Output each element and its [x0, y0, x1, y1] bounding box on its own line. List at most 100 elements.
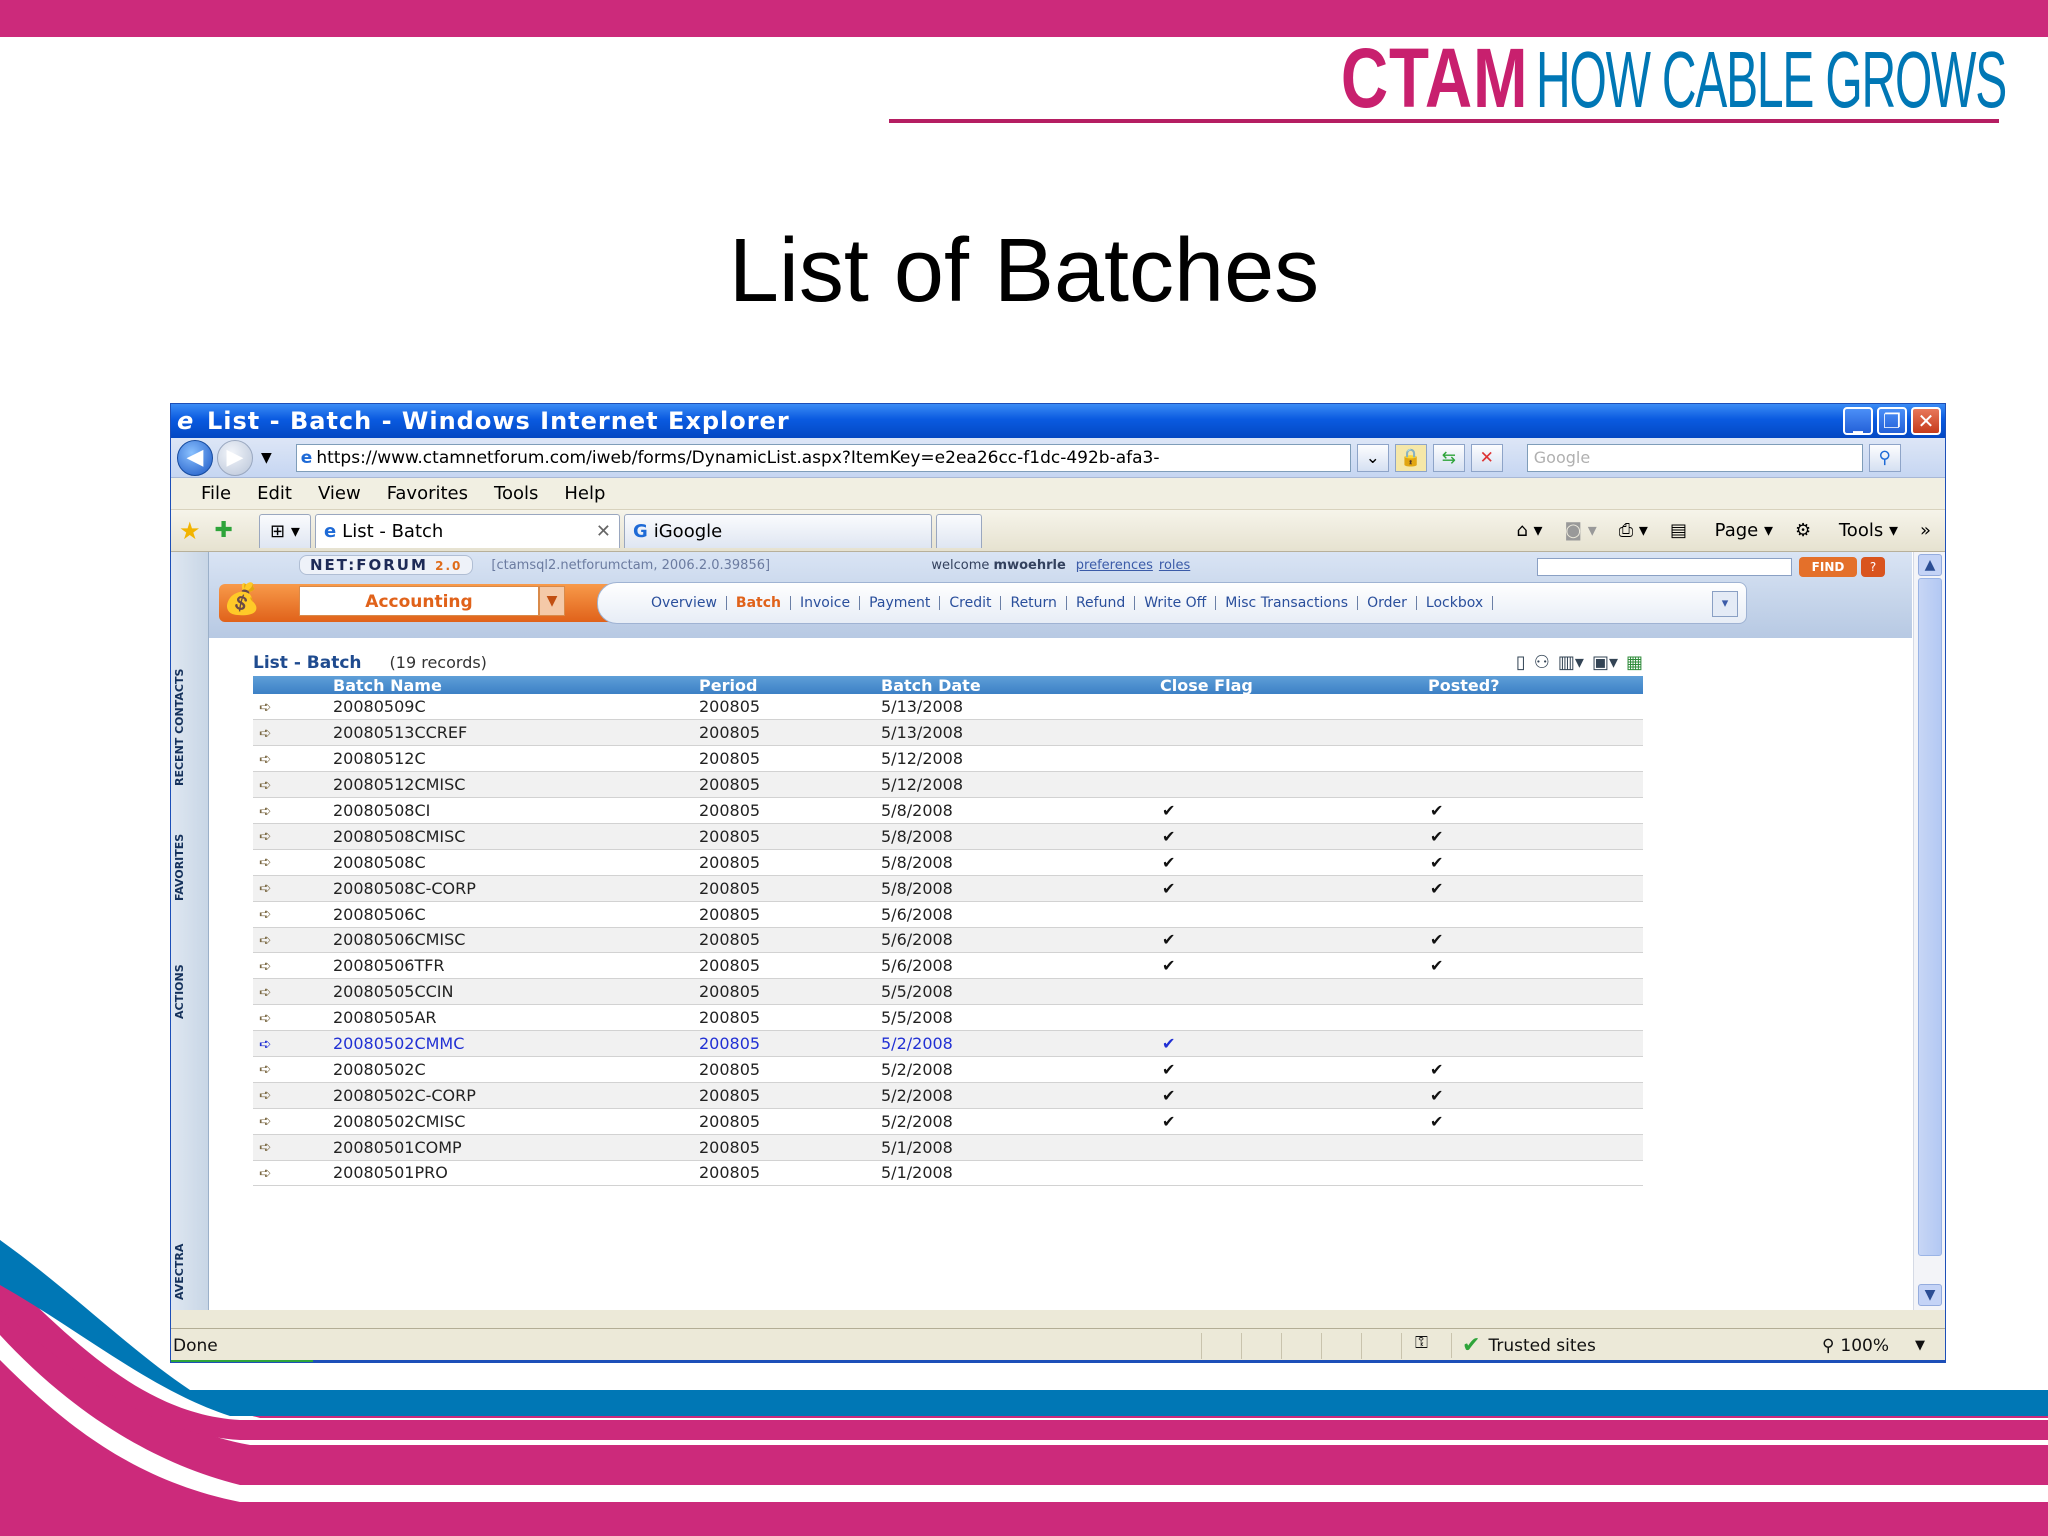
table-row[interactable]: ➪ 20080501PRO 200805 5/1/2008	[253, 1160, 1643, 1187]
help-button[interactable]: ?	[1861, 557, 1885, 577]
find-input[interactable]	[1537, 558, 1792, 576]
nf-tab-write-off[interactable]: Write Off	[1135, 596, 1217, 610]
export-icon[interactable]: ▣▾	[1592, 652, 1618, 673]
row-goto-arrow-icon[interactable]: ➪	[253, 797, 333, 824]
col-batch-date[interactable]: Batch Date	[881, 676, 1160, 694]
stop-button[interactable]: ✕	[1470, 443, 1503, 472]
table-row[interactable]: ➪ 20080501COMP 200805 5/1/2008	[253, 1134, 1643, 1161]
chevron-more-icon[interactable]: »	[1920, 520, 1931, 541]
search-button[interactable]: ⚲	[1868, 443, 1901, 472]
feeds-icon[interactable]: ◙ ▾	[1565, 520, 1597, 541]
table-row[interactable]: ➪ 20080512CMISC 200805 5/12/2008	[253, 771, 1643, 799]
print-icon[interactable]: ⎙ ▾	[1619, 520, 1648, 541]
row-goto-arrow-icon[interactable]: ➪	[253, 978, 333, 1006]
window-titlebar[interactable]: e List - Batch - Windows Internet Explor…	[171, 404, 1945, 438]
nf-tab-invoice[interactable]: Invoice	[791, 596, 861, 610]
search-input[interactable]: Google	[1526, 443, 1863, 472]
nf-tab-lockbox[interactable]: Lockbox	[1417, 596, 1494, 610]
nf-tab-order[interactable]: Order	[1358, 596, 1417, 610]
cell-batch-name[interactable]: 20080506C	[333, 901, 699, 928]
close-tab-icon[interactable]: ✕	[596, 521, 611, 542]
preferences-link[interactable]: preferences	[1076, 558, 1153, 573]
table-row[interactable]: ➪ 20080508CI 200805 5/8/2008 ✔ ✔	[253, 797, 1643, 824]
menu-view[interactable]: View	[318, 483, 361, 504]
cell-batch-name[interactable]: 20080509C	[333, 694, 699, 721]
row-goto-arrow-icon[interactable]: ➪	[253, 1030, 333, 1057]
back-button[interactable]: ◀	[177, 439, 213, 476]
rail-recent-contacts[interactable]: RECENT CONTACTS	[173, 662, 203, 792]
row-goto-arrow-icon[interactable]: ➪	[253, 927, 333, 954]
table-row[interactable]: ➪ 20080502CMISC 200805 5/2/2008 ✔ ✔	[253, 1108, 1643, 1135]
cell-batch-name[interactable]: 20080501PRO	[333, 1160, 699, 1187]
forward-button[interactable]: ▶	[217, 439, 253, 476]
col-period[interactable]: Period	[699, 676, 881, 694]
cell-batch-name[interactable]: 20080506CMISC	[333, 927, 699, 954]
rail-favorites[interactable]: FAVORITES	[173, 822, 203, 912]
lock-icon[interactable]: 🔒	[1394, 443, 1427, 472]
scroll-down-icon[interactable]: ▼	[1918, 1284, 1942, 1306]
cell-batch-name[interactable]: 20080508C	[333, 849, 699, 876]
row-goto-arrow-icon[interactable]: ➪	[253, 1160, 333, 1187]
quick-tabs-button[interactable]: ⊞ ▾	[258, 513, 311, 548]
new-record-icon[interactable]: ▯	[1516, 652, 1526, 673]
history-dropdown-icon[interactable]: ▼	[261, 450, 272, 466]
col-posted[interactable]: Posted?	[1428, 676, 1643, 694]
rail-actions[interactable]: ACTIONS	[173, 952, 203, 1032]
menu-help[interactable]: Help	[564, 483, 605, 504]
table-row[interactable]: ➪ 20080505AR 200805 5/5/2008	[253, 1004, 1643, 1032]
home-icon[interactable]: ⌂ ▾	[1516, 520, 1542, 541]
row-goto-arrow-icon[interactable]: ➪	[253, 745, 333, 773]
module-dropdown-icon[interactable]: ▼	[539, 586, 565, 616]
cell-batch-name[interactable]: 20080505AR	[333, 1004, 699, 1032]
table-row[interactable]: ➪ 20080506TFR 200805 5/6/2008 ✔ ✔	[253, 952, 1643, 980]
scroll-thumb[interactable]	[1918, 578, 1942, 1256]
cell-batch-name[interactable]: 20080505CCIN	[333, 978, 699, 1006]
cell-batch-name[interactable]: 20080512C	[333, 745, 699, 773]
menu-file[interactable]: File	[201, 483, 231, 504]
minimize-button[interactable]: _	[1843, 407, 1873, 435]
table-row[interactable]: ➪ 20080512C 200805 5/12/2008	[253, 745, 1643, 773]
row-goto-arrow-icon[interactable]: ➪	[253, 1134, 333, 1161]
row-goto-arrow-icon[interactable]: ➪	[253, 952, 333, 980]
roles-link[interactable]: roles	[1159, 558, 1190, 573]
menu-edit[interactable]: Edit	[257, 483, 292, 504]
url-dropdown-button[interactable]: ⌄	[1356, 443, 1389, 472]
table-row[interactable]: ➪ 20080513CCREF 200805 5/13/2008	[253, 719, 1643, 747]
scroll-up-icon[interactable]: ▲	[1918, 554, 1942, 576]
nf-tab-credit[interactable]: Credit	[940, 596, 1002, 610]
zoom-control[interactable]: ⚲ 100% ▼	[1822, 1336, 1925, 1356]
cell-batch-name[interactable]: 20080513CCREF	[333, 719, 699, 747]
new-tab-button[interactable]	[935, 513, 982, 548]
cell-batch-name[interactable]: 20080512CMISC	[333, 771, 699, 799]
tools-menu[interactable]: ⚙ Tools ▾	[1795, 520, 1898, 541]
favorites-star-icon[interactable]: ★	[179, 517, 201, 545]
close-button[interactable]: ✕	[1911, 407, 1941, 435]
nf-tab-payment[interactable]: Payment	[860, 596, 941, 610]
table-row[interactable]: ➪ 20080508CMISC 200805 5/8/2008 ✔ ✔	[253, 823, 1643, 850]
page-menu[interactable]: ▤ Page ▾	[1670, 520, 1773, 541]
url-input[interactable]: e https://www.ctamnetforum.com/iweb/form…	[295, 443, 1351, 472]
security-zone[interactable]: ✔ Trusted sites	[1451, 1333, 1781, 1358]
cell-batch-name[interactable]: 20080502CMMC	[333, 1030, 699, 1057]
protected-mode-icon[interactable]: ⚿	[1401, 1332, 1441, 1359]
table-row[interactable]: ➪ 20080509C 200805 5/13/2008	[253, 694, 1643, 721]
nf-tab-misc-transactions[interactable]: Misc Transactions	[1216, 596, 1359, 610]
row-goto-arrow-icon[interactable]: ➪	[253, 1056, 333, 1083]
cell-batch-name[interactable]: 20080506TFR	[333, 952, 699, 980]
table-row[interactable]: ➪ 20080505CCIN 200805 5/5/2008	[253, 978, 1643, 1006]
table-row[interactable]: ➪ 20080506C 200805 5/6/2008	[253, 901, 1643, 928]
row-goto-arrow-icon[interactable]: ➪	[253, 719, 333, 747]
find-button[interactable]: FIND	[1799, 557, 1857, 577]
row-goto-arrow-icon[interactable]: ➪	[253, 694, 333, 721]
row-goto-arrow-icon[interactable]: ➪	[253, 823, 333, 850]
menu-tools[interactable]: Tools	[494, 483, 538, 504]
cell-batch-name[interactable]: 20080502CMISC	[333, 1108, 699, 1135]
tabs-dropdown-icon[interactable]: ▾	[1712, 591, 1738, 617]
row-goto-arrow-icon[interactable]: ➪	[253, 1004, 333, 1032]
nf-tab-return[interactable]: Return	[1001, 596, 1067, 610]
col-batch-name[interactable]: Batch Name	[333, 676, 699, 694]
row-goto-arrow-icon[interactable]: ➪	[253, 901, 333, 928]
module-selector[interactable]: Accounting	[299, 586, 539, 616]
row-goto-arrow-icon[interactable]: ➪	[253, 875, 333, 902]
add-favorite-icon[interactable]: ✚	[215, 518, 233, 543]
